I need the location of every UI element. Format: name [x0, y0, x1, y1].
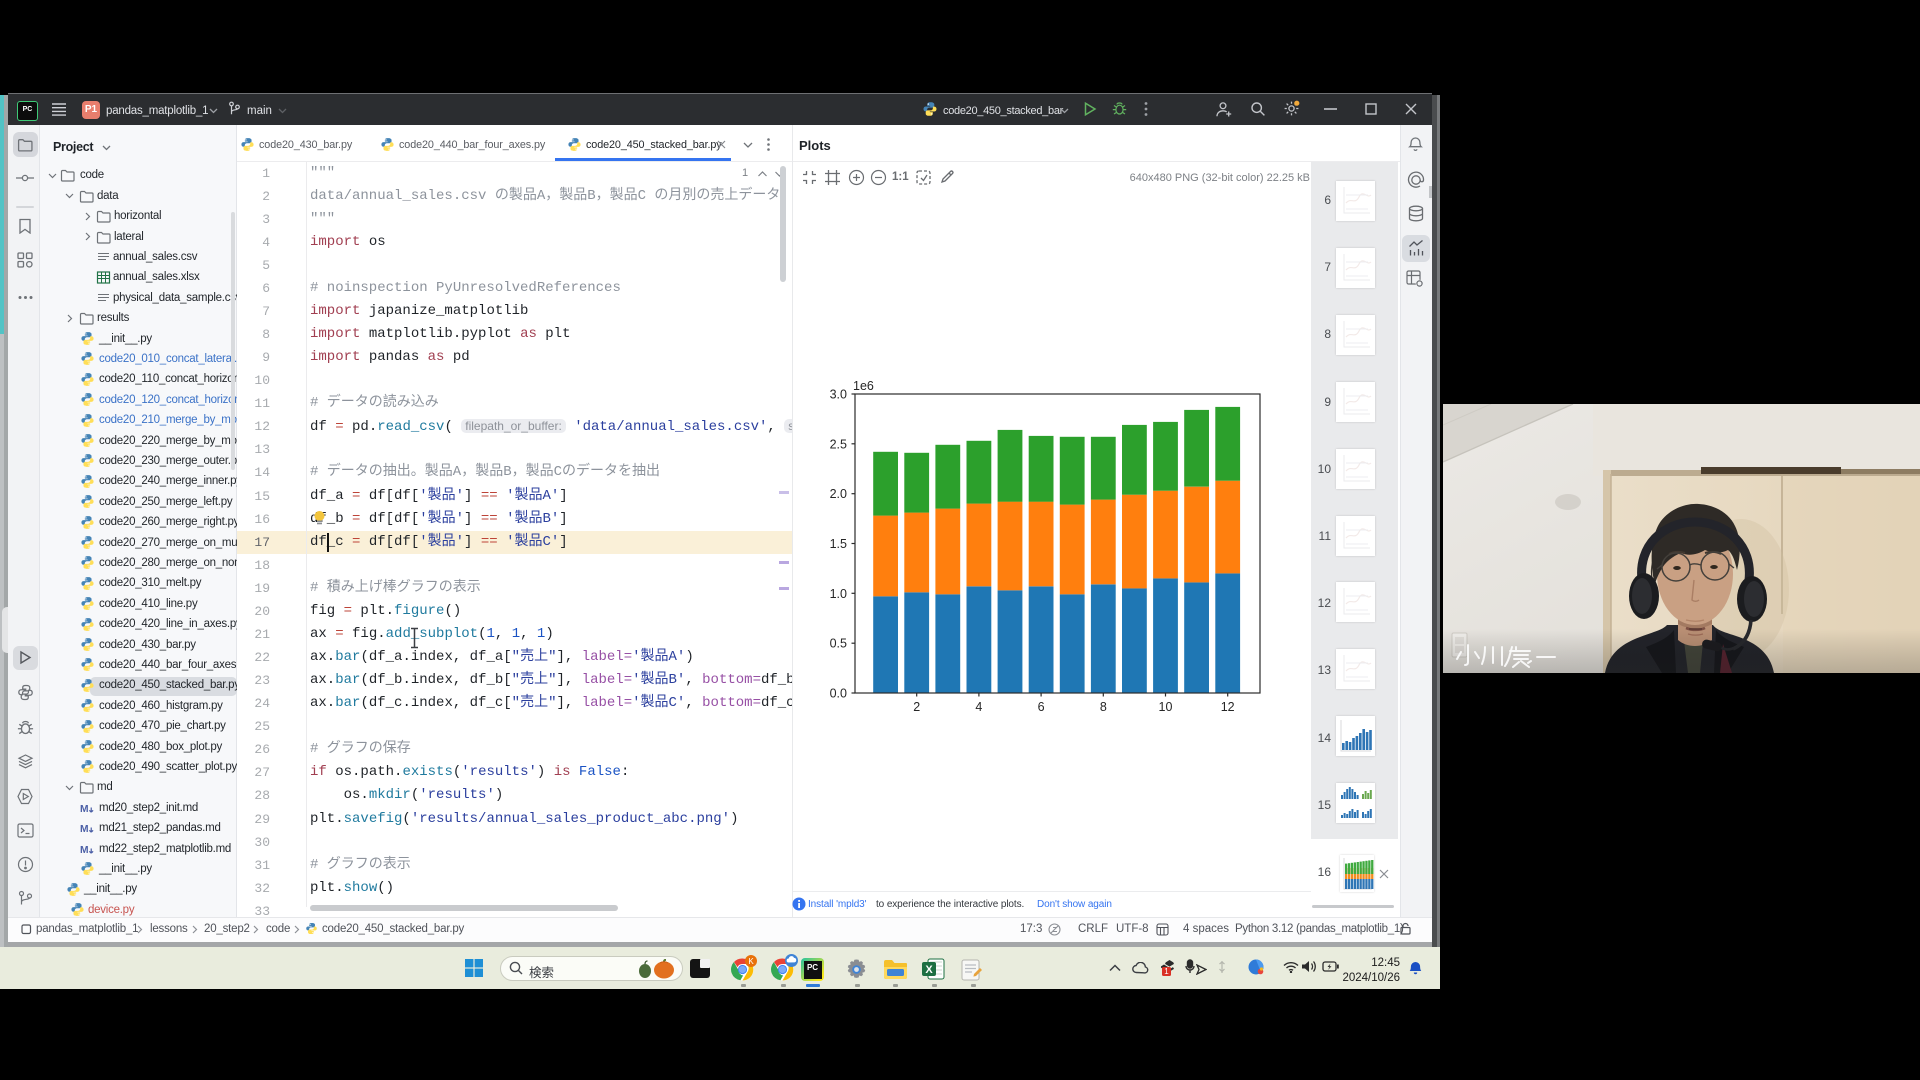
svg-text:2.5: 2.5 — [830, 437, 847, 451]
svg-text:8: 8 — [1100, 700, 1107, 714]
svg-text:4: 4 — [975, 700, 982, 714]
svg-text:1e6: 1e6 — [853, 379, 874, 393]
svg-text:12: 12 — [1221, 700, 1235, 714]
svg-text:K: K — [748, 957, 754, 966]
svg-text:X: X — [925, 964, 933, 976]
svg-text:6: 6 — [1038, 700, 1045, 714]
svg-text:1.0: 1.0 — [830, 587, 847, 601]
svg-text:10: 10 — [1159, 700, 1173, 714]
svg-text:0.0: 0.0 — [830, 687, 847, 701]
svg-text:2: 2 — [913, 700, 920, 714]
svg-text:3.0: 3.0 — [830, 388, 847, 402]
svg-text:2.0: 2.0 — [830, 487, 847, 501]
svg-text:0.5: 0.5 — [830, 637, 847, 651]
svg-text:1.5: 1.5 — [830, 537, 847, 551]
svg-text:1: 1 — [1164, 967, 1169, 976]
